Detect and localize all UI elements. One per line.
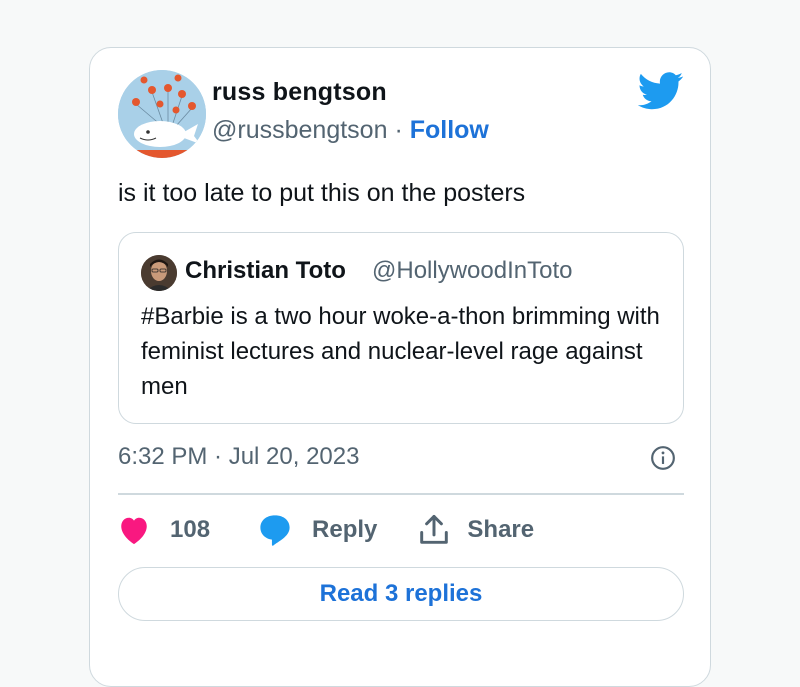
speech-bubble-icon	[260, 515, 290, 546]
like-button[interactable]: 108	[118, 515, 210, 545]
quoted-author-handle[interactable]: @HollywoodInToto	[372, 257, 572, 285]
info-icon[interactable]	[650, 445, 676, 471]
author-avatar[interactable]	[118, 70, 206, 158]
share-label: Share	[467, 516, 535, 543]
quoted-author-name[interactable]: Christian Toto	[185, 257, 346, 285]
quoted-author-avatar[interactable]	[141, 255, 177, 291]
quoted-tweet-text: #Barbie is a two hour woke-a-thon brimmi…	[141, 303, 660, 400]
tweet-timestamp[interactable]: 6:32 PM · Jul 20, 2023	[118, 443, 359, 471]
separator-dot: ·	[394, 116, 403, 144]
like-count: 108	[170, 516, 211, 543]
share-button[interactable]: Share	[419, 514, 534, 546]
author-name[interactable]: russ bengtson	[212, 78, 387, 107]
share-upload-icon	[420, 514, 449, 544]
heart-icon	[121, 517, 147, 545]
quoted-tweet[interactable]: Christian Toto @HollywoodInToto #Barbie …	[118, 232, 684, 424]
reply-label: Reply	[312, 516, 378, 543]
quoted-avatar-image	[141, 255, 177, 291]
tweet-card: russ bengtson @russbengtson · Follow is …	[89, 47, 711, 687]
tweet-actions: 108 Reply Share	[118, 513, 534, 547]
tweet-text: is it too late to put this on the poster…	[118, 179, 526, 207]
read-replies-button[interactable]: Read 3 replies	[118, 567, 684, 621]
follow-link[interactable]: Follow	[410, 116, 489, 144]
twitter-bird-icon[interactable]	[638, 72, 684, 110]
fail-whale-avatar-image	[118, 70, 206, 158]
reply-button[interactable]: Reply	[258, 514, 377, 546]
divider	[118, 493, 684, 495]
author-handle[interactable]: @russbengtson	[212, 116, 387, 144]
author-handle-row: @russbengtson · Follow	[212, 116, 489, 145]
